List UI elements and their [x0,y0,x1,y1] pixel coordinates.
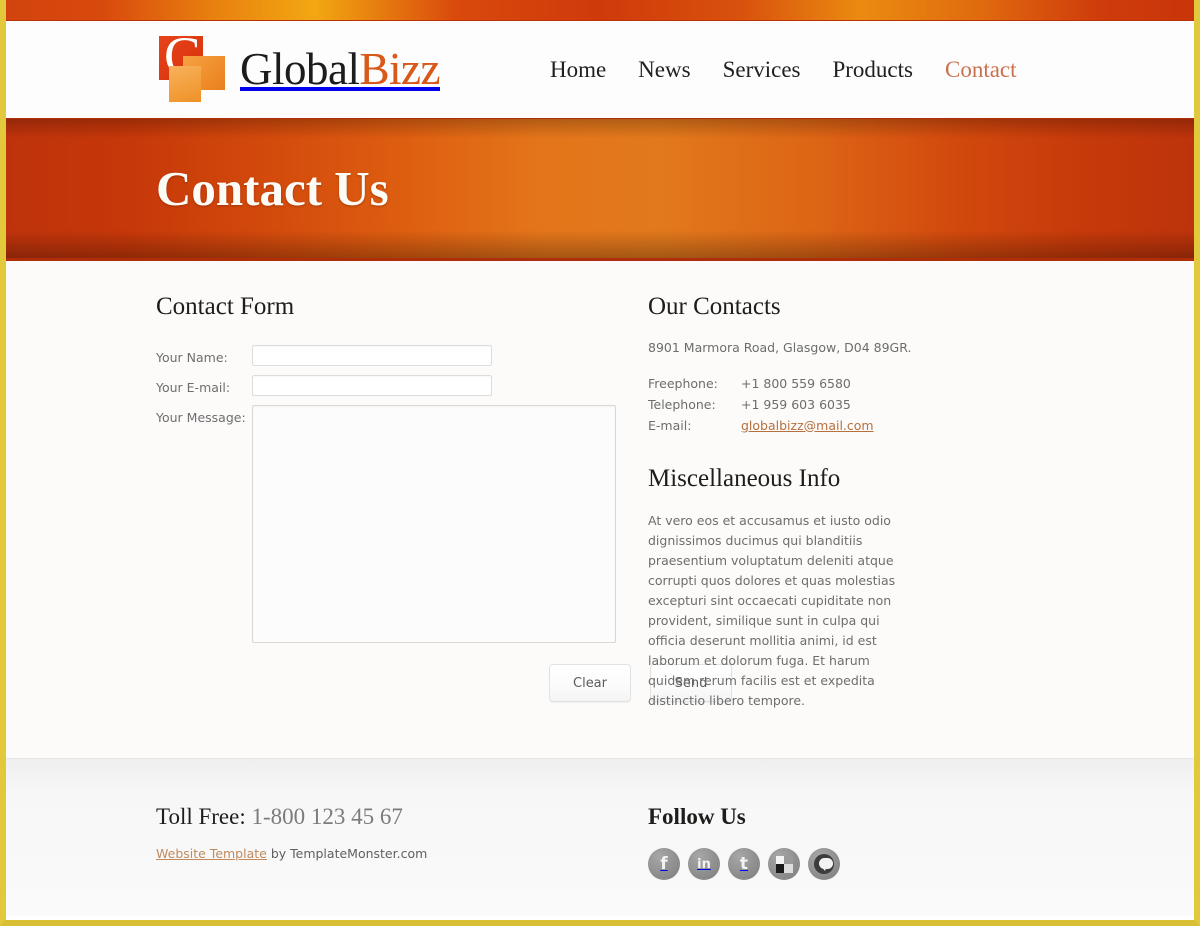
logo-orange-square-front [169,65,201,102]
nav-item-products[interactable]: Products [832,57,913,83]
page-banner: Contact Us [6,118,1194,261]
top-accent-strip [6,0,1194,21]
delicious-icon[interactable] [768,848,800,880]
brand-name-second: Bizz [359,44,440,94]
nav-item-news[interactable]: News [638,57,690,83]
nav-item-contact[interactable]: Contact [945,57,1017,83]
contact-row-telephone: Telephone: +1 959 603 6035 [648,397,874,418]
twitter-glyph: t [739,853,749,874]
misc-info-paragraph: At vero eos et accusamus et iusto odio d… [648,512,896,708]
sidebar-column: Our Contacts 8901 Marmora Road, Glasgow,… [616,293,946,758]
social-links: f in t [648,848,840,880]
email-label: E-mail: [648,417,692,433]
contact-row-email: E-mail: globalbizz@mail.com [648,418,874,439]
toll-free-number: 1-800 123 45 67 [251,804,403,829]
freephone-value: +1 800 559 6580 [741,375,851,391]
footer-left-column: Toll Free: 1-800 123 45 67 Website Templ… [6,804,616,916]
nav-item-home[interactable]: Home [550,57,606,83]
contact-details-table: Freephone: +1 800 559 6580 Telephone: +1… [648,376,874,439]
field-row-email: Your E-mail: [156,375,616,396]
toll-free-label: Toll Free: [156,804,246,829]
field-row-message: Your Message: [156,405,616,643]
contact-form-column: Contact Form Your Name: Your E-mail: You… [6,293,732,758]
contact-form: Your Name: Your E-mail: Your Message: Cl… [156,345,732,702]
freephone-label: Freephone: [648,375,718,391]
page-frame: G GlobalBizz Home News Services Products… [0,0,1200,926]
linkedin-glyph: in [697,856,711,872]
technorati-bubble-glyph [814,854,834,874]
page-title: Contact Us [156,161,389,216]
brand-name-first: Global [240,44,360,94]
facebook-glyph: f [660,853,668,874]
email-input[interactable] [252,375,492,396]
field-row-name: Your Name: [156,345,616,366]
name-input[interactable] [252,345,492,366]
contact-row-freephone: Freephone: +1 800 559 6580 [648,376,874,397]
address-line: 8901 Marmora Road, Glasgow, D04 89GR. [648,340,912,355]
site-footer: Toll Free: 1-800 123 45 67 Website Templ… [6,758,1194,916]
logo-mark-icon: G [156,29,230,106]
our-contacts-heading: Our Contacts [648,293,781,320]
email-value-cell: globalbizz@mail.com [741,418,874,439]
main-content: Contact Form Your Name: Your E-mail: You… [6,261,1194,758]
telephone-value: +1 959 603 6035 [741,396,851,412]
email-link[interactable]: globalbizz@mail.com [741,418,874,433]
credit-rest-text: by TemplateMonster.com [266,846,428,861]
twitter-icon[interactable]: t [728,848,760,880]
message-textarea[interactable] [252,405,616,643]
facebook-icon[interactable]: f [648,848,680,880]
contact-form-heading: Contact Form [156,293,295,320]
main-navigation: Home News Services Products Contact [550,57,1017,83]
toll-free-line: Toll Free: 1-800 123 45 67 [156,804,616,830]
misc-info-heading: Miscellaneous Info [648,464,841,492]
follow-us-heading: Follow Us [648,804,746,829]
website-template-link[interactable]: Website Template [156,846,267,861]
delicious-squares-glyph [775,855,793,873]
brand-logo[interactable]: G GlobalBizz [156,29,440,106]
footer-right-column: Follow Us f in t [616,804,840,916]
email-field-label: Your E-mail: [156,380,231,395]
message-field-label: Your Message: [156,410,246,425]
name-field-label: Your Name: [156,350,228,365]
linkedin-icon[interactable]: in [688,848,720,880]
technorati-icon[interactable] [808,848,840,880]
nav-item-services[interactable]: Services [723,57,801,83]
credit-line: Website Template by TemplateMonster.com [156,846,616,861]
brand-name: GlobalBizz [240,47,440,92]
telephone-label: Telephone: [648,396,716,412]
site-header: G GlobalBizz Home News Services Products… [6,21,1194,118]
